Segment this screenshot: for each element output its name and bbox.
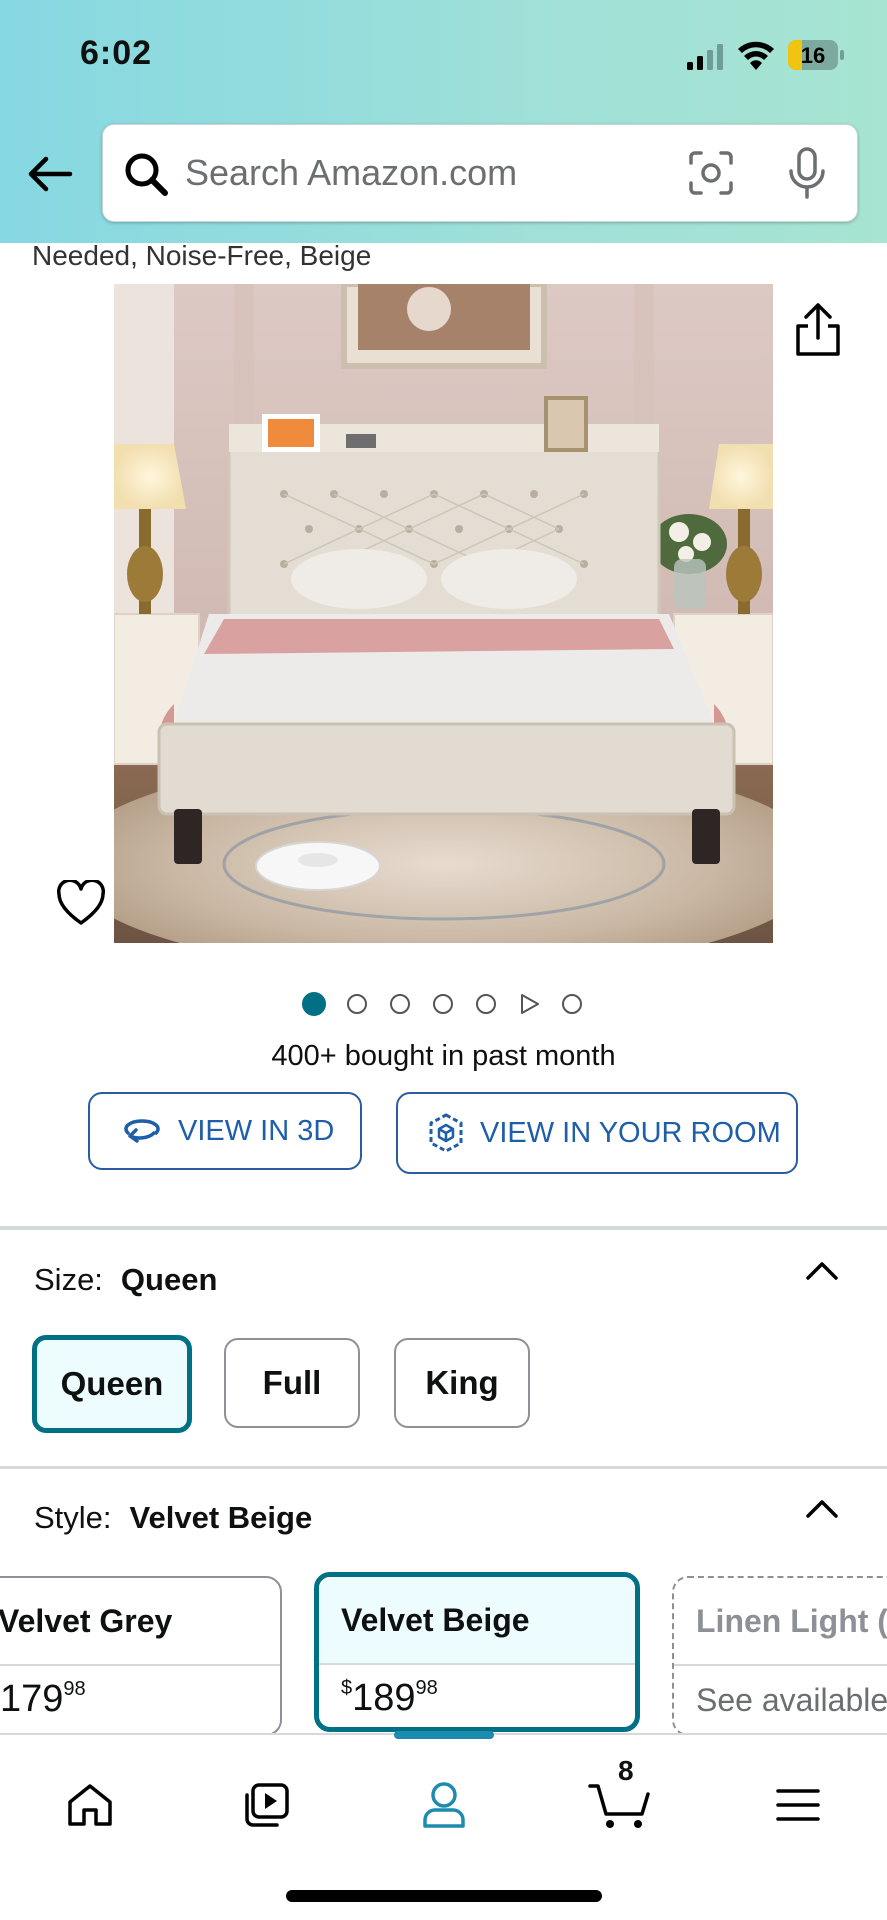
share-icon[interactable]	[792, 302, 844, 358]
search-bar[interactable]	[102, 124, 858, 222]
chevron-up-icon[interactable]	[802, 1494, 842, 1522]
view-in-3d-label: VIEW IN 3D	[178, 1114, 335, 1147]
cart-count-badge: 8	[618, 1755, 634, 1786]
image-pager[interactable]	[300, 990, 600, 1018]
heart-icon[interactable]	[56, 880, 106, 926]
size-label: Size:	[34, 1262, 103, 1297]
home-indicator	[286, 1890, 602, 1902]
view-in-3d-button[interactable]: VIEW IN 3D	[88, 1092, 362, 1170]
battery-level: 16	[800, 43, 826, 68]
style-label: Style:	[34, 1500, 112, 1535]
style-option-price: 17998	[0, 1678, 86, 1720]
video-icon	[245, 1783, 289, 1827]
home-icon	[68, 1784, 112, 1826]
cart-icon	[588, 1784, 650, 1828]
view-in-your-room-button[interactable]: VIEW IN YOUR ROOM	[396, 1092, 798, 1174]
account-icon	[423, 1782, 465, 1828]
style-header[interactable]: Style: Velvet Beige	[34, 1500, 312, 1536]
battery-icon: 16	[788, 40, 844, 70]
style-selected-value: Velvet Beige	[129, 1500, 313, 1535]
size-option-full[interactable]: Full	[224, 1338, 360, 1428]
style-option-name: Linen Light (	[674, 1578, 887, 1666]
search-icon	[125, 153, 168, 196]
nav-account[interactable]	[404, 1765, 484, 1845]
section-divider	[0, 1226, 887, 1230]
pager-dot[interactable]	[390, 994, 410, 1014]
pager-dot[interactable]	[476, 994, 496, 1014]
size-option-king[interactable]: King	[394, 1338, 530, 1428]
status-time: 6:02	[80, 34, 153, 72]
nav-menu[interactable]	[758, 1765, 838, 1845]
size-selected-value: Queen	[120, 1262, 218, 1297]
pager-dot[interactable]	[433, 994, 453, 1014]
pager-dot[interactable]	[302, 992, 326, 1016]
pager-video-icon[interactable]	[521, 994, 539, 1014]
product-image[interactable]	[114, 284, 773, 943]
pager-dot[interactable]	[562, 994, 582, 1014]
nav-video[interactable]	[226, 1765, 306, 1845]
search-input[interactable]	[185, 147, 615, 199]
size-option-queen[interactable]: Queen	[32, 1335, 192, 1433]
rotate-3d-icon	[124, 1119, 160, 1143]
header-bar: 6:02 16	[0, 0, 887, 243]
nav-home[interactable]	[50, 1765, 130, 1845]
style-option-velvet-grey[interactable]: Velvet Grey 17998	[0, 1576, 282, 1736]
view-in-your-room-label: VIEW IN YOUR ROOM	[480, 1116, 781, 1149]
wifi-icon	[738, 41, 774, 70]
menu-icon	[776, 1789, 820, 1821]
bought-in-past-month: 400+ bought in past month	[271, 1040, 616, 1072]
back-arrow-icon[interactable]	[26, 150, 74, 198]
chevron-up-icon[interactable]	[802, 1256, 842, 1284]
active-tab-indicator	[394, 1731, 494, 1739]
style-option-name: Velvet Beige	[319, 1577, 635, 1665]
section-divider	[0, 1466, 887, 1469]
camera-lens-icon[interactable]	[687, 149, 735, 197]
style-option-price: $18998	[341, 1677, 438, 1719]
style-option-availability: See available	[696, 1682, 887, 1718]
style-option-name: Velvet Grey	[0, 1578, 280, 1666]
size-header[interactable]: Size: Queen	[34, 1262, 217, 1298]
pager-dot[interactable]	[347, 994, 367, 1014]
product-title: Needed, Noise-Free, Beige	[32, 240, 372, 271]
microphone-icon[interactable]	[787, 147, 827, 199]
ar-cube-icon	[429, 1113, 463, 1153]
style-option-linen-light[interactable]: Linen Light ( See available	[672, 1576, 887, 1736]
style-option-velvet-beige[interactable]: Velvet Beige $18998	[314, 1572, 640, 1732]
cellular-signal-icon	[687, 44, 723, 70]
